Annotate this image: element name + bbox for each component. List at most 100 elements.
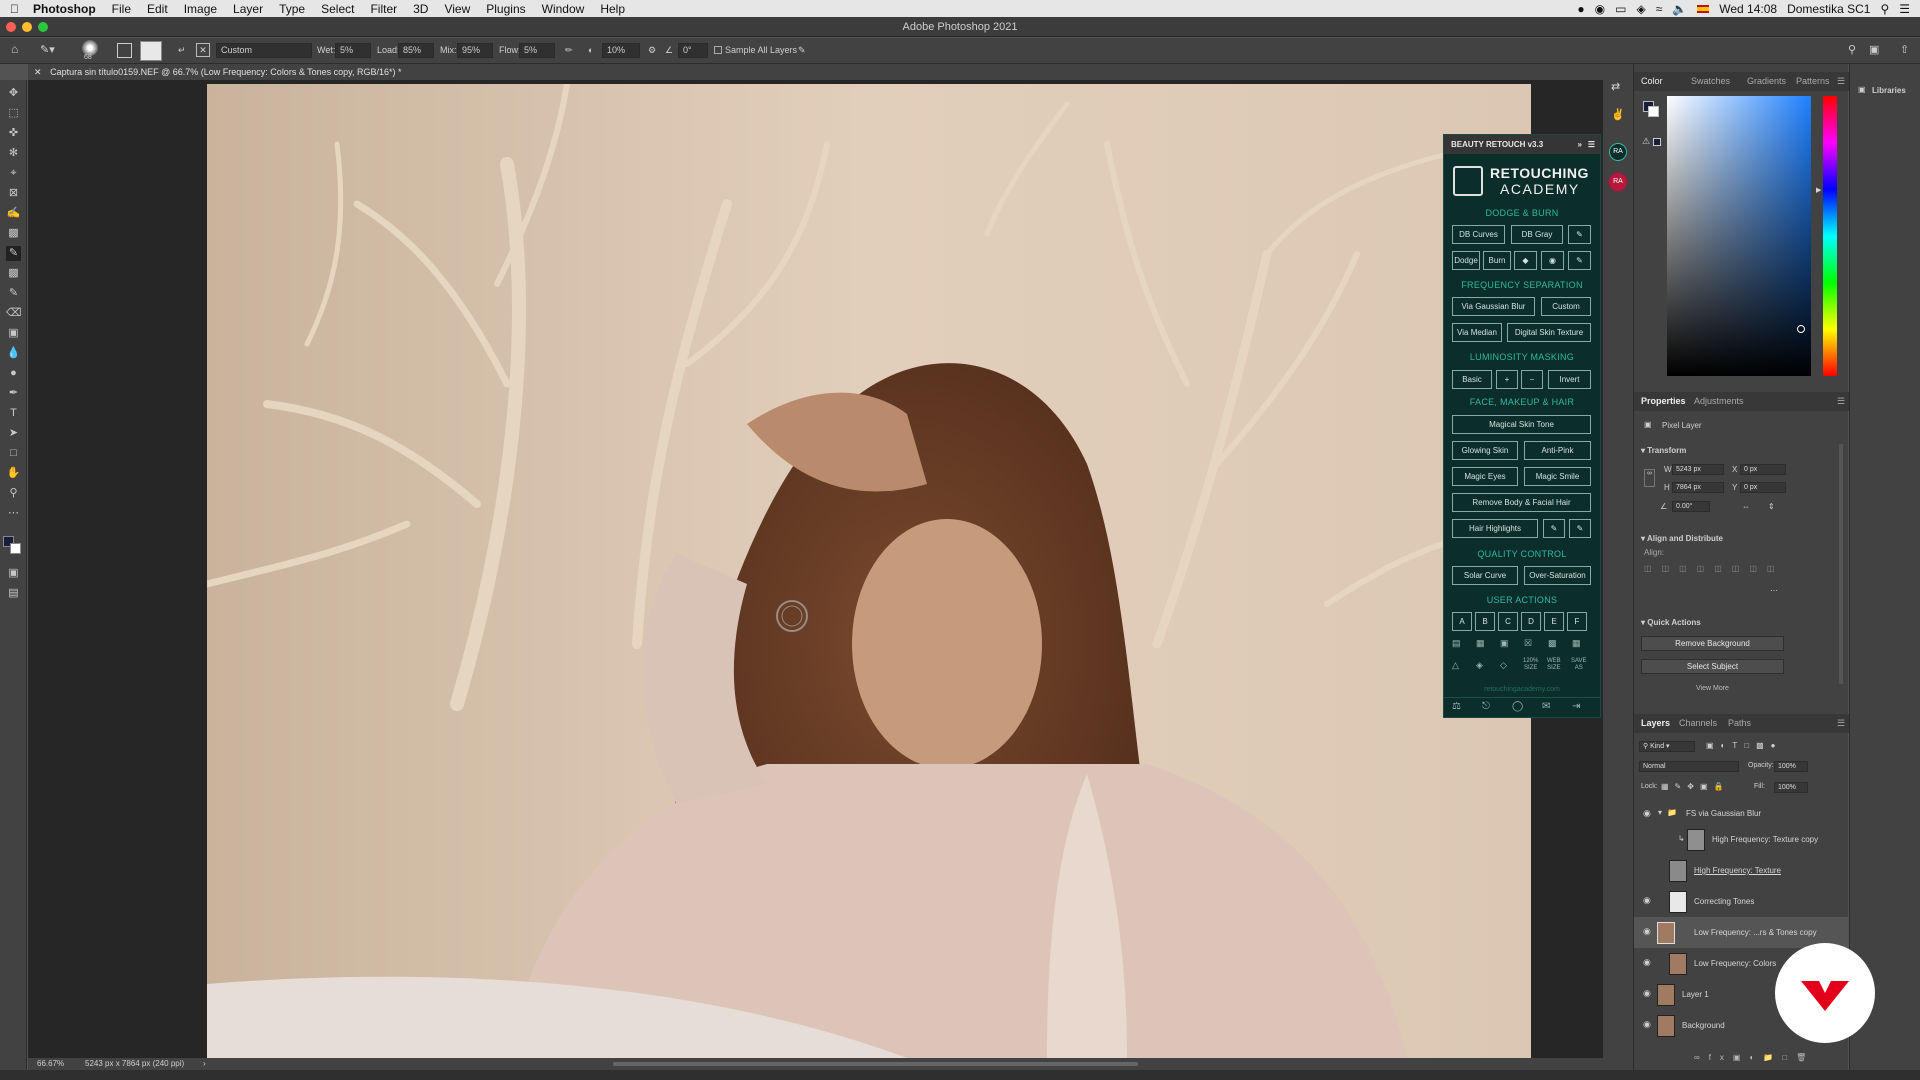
align-distribute-heading[interactable]: ▾ Align and Distribute [1641, 534, 1723, 543]
brush-settings-icon[interactable] [117, 43, 132, 58]
visibility-eye-icon[interactable]: ◉ [1643, 809, 1652, 818]
rectangle-tool-icon[interactable]: □ [6, 446, 21, 461]
pressure-icon[interactable]: ✎ [798, 45, 806, 56]
clean-brush-icon[interactable]: ✕ [196, 43, 210, 57]
control-center-icon[interactable]: ☰ [1899, 2, 1910, 16]
crop-icon[interactable]: ☒ [1524, 638, 1532, 649]
tab-color[interactable]: Color [1641, 76, 1663, 86]
tab-paths[interactable]: Paths [1728, 718, 1751, 728]
document-tab[interactable]: ✕ Captura sin título0159.NEF @ 66.7% (Lo… [28, 64, 1632, 80]
more-tools-icon[interactable]: ⋯ [6, 506, 21, 521]
web-safe-swatch[interactable] [1653, 138, 1661, 146]
mix-field[interactable]: 95% [457, 43, 493, 58]
select-subject-button[interactable]: Select Subject [1641, 659, 1784, 674]
retouching-academy-icon[interactable]: RA [1609, 143, 1627, 161]
burn-button[interactable]: Burn [1483, 251, 1511, 270]
screen-mode-icon[interactable]: ▤ [6, 586, 21, 601]
magical-skin-tone-button[interactable]: Magical Skin Tone [1452, 415, 1591, 434]
home-icon[interactable]: ⌂ [11, 42, 18, 56]
creative-cloud-icon[interactable]: ◉ [1595, 2, 1605, 16]
user-action-e-button[interactable]: E [1544, 612, 1564, 631]
lum-plus-button[interactable]: + [1496, 370, 1518, 389]
solar-curve-button[interactable]: Solar Curve [1452, 566, 1518, 585]
angle-field[interactable]: 0.00° [1672, 501, 1710, 512]
share-icon[interactable]: ⇧ [1900, 43, 1909, 56]
db-brush-icon[interactable]: ✎ [1568, 225, 1591, 244]
user-name[interactable]: Domestika SC1 [1787, 2, 1870, 16]
user-action-b-button[interactable]: B [1475, 612, 1495, 631]
blend-mode-dropdown[interactable]: Normal [1639, 761, 1739, 772]
magic-eyes-button[interactable]: Magic Eyes [1452, 467, 1518, 486]
zoom-tool-icon[interactable]: ⚲ [6, 486, 21, 501]
layers-stack-icon[interactable]: ◈ [1476, 660, 1483, 671]
frame-tool-icon[interactable]: ⊠ [6, 186, 21, 201]
brush-tool-icon[interactable]: ✎ [6, 246, 21, 261]
load-brush-icon[interactable]: ↵ [178, 45, 186, 56]
visibility-eye-icon[interactable]: ◉ [1643, 958, 1652, 967]
wifi-icon[interactable]: ≈ [1656, 2, 1663, 16]
color-picker-marker[interactable] [1797, 325, 1805, 333]
display-icon[interactable]: ▭ [1615, 2, 1626, 16]
record-icon[interactable]: ● [1577, 2, 1584, 16]
db-brush-2-icon[interactable]: ✎ [1568, 251, 1591, 270]
over-saturation-button[interactable]: Over-Saturation [1524, 566, 1591, 585]
via-gaussian-blur-button[interactable]: Via Gaussian Blur [1452, 297, 1535, 316]
lock-icons[interactable]: ▦✎✥▣🔒 [1661, 782, 1729, 791]
dodge-tool-icon[interactable]: ● [6, 366, 21, 381]
menu-edit[interactable]: Edit [139, 2, 176, 16]
height-field[interactable]: 7864 px [1672, 482, 1724, 493]
beauty-retouch-header[interactable]: BEAUTY RETOUCH v3.3 » ☰ [1444, 135, 1600, 154]
resize-icon[interactable]: ▩ [1548, 638, 1557, 649]
layer-row[interactable]: High Frequency: Texture [1634, 855, 1849, 886]
apple-icon[interactable]:  [0, 2, 27, 16]
tab-channels[interactable]: Channels [1679, 718, 1717, 728]
panel-menu-icon[interactable]: ☰ [1837, 396, 1845, 407]
lasso-tool-icon[interactable]: ✜ [6, 126, 21, 141]
tab-layers[interactable]: Layers [1641, 718, 1670, 728]
lum-minus-button[interactable]: − [1521, 370, 1543, 389]
workspace-icon[interactable]: ▣ [1869, 43, 1879, 56]
layers-footer-icons[interactable]: ∞fx▣◐📁□🗑 [1694, 1053, 1815, 1062]
eraser-tool-icon[interactable]: ⌫ [6, 306, 22, 321]
minimize-window-button[interactable] [22, 22, 32, 32]
angle-field[interactable]: 0° [678, 43, 708, 58]
panel-menu-icon[interactable]: ☰ [1837, 76, 1845, 87]
quick-mask-icon[interactable]: ▣ [6, 566, 21, 581]
quick-select-tool-icon[interactable]: ✻ [6, 146, 21, 161]
path-select-icon[interactable]: ➤ [6, 426, 21, 441]
load-field[interactable]: 85% [398, 43, 434, 58]
collapse-panel-icon[interactable]: » [1578, 135, 1582, 154]
zoom-level[interactable]: 66.67% [37, 1058, 64, 1070]
fs-custom-button[interactable]: Custom [1541, 297, 1591, 316]
visibility-eye-icon[interactable]: ◉ [1643, 989, 1652, 998]
db-curves-button[interactable]: DB Curves [1452, 225, 1505, 244]
visibility-eye-icon[interactable]: ◉ [1643, 1020, 1652, 1029]
libraries-icon[interactable]: ▣ [1858, 85, 1866, 94]
website-link[interactable]: retouchingacademy.com [1444, 686, 1600, 693]
smoothing-field[interactable]: 10% [602, 43, 640, 58]
wet-field[interactable]: 5% [335, 43, 371, 58]
digital-skin-texture-button[interactable]: Digital Skin Texture [1507, 323, 1591, 342]
link-dimensions-icon[interactable]: ∞ [1644, 469, 1655, 487]
flip-vertical-icon[interactable]: ⇕ [1768, 502, 1775, 511]
user-action-f-button[interactable]: F [1567, 612, 1587, 631]
clock[interactable]: Wed 14:08 [1719, 2, 1777, 16]
stamp-tool-icon[interactable]: ▩ [6, 266, 21, 281]
flip-horizontal-icon[interactable]: ⇔ [1742, 502, 1750, 511]
width-field[interactable]: 5243 px [1672, 464, 1724, 475]
hue-slider-handle[interactable]: ▶ [1816, 186, 1821, 194]
current-load-swatch[interactable] [140, 41, 162, 61]
libraries-title[interactable]: Libraries [1872, 86, 1906, 95]
mixer-brush-icon[interactable]: ✎▾ [40, 43, 55, 56]
close-tab-icon[interactable]: ✕ [28, 67, 48, 77]
blur-tool-icon[interactable]: 💧 [6, 346, 21, 361]
visibility-eye-icon[interactable]: ◉ [1643, 927, 1652, 936]
grid-icon[interactable]: ▦ [1476, 638, 1485, 649]
layer-filter-icons[interactable]: ▣◐T□▩● [1706, 741, 1783, 750]
color-bg-swatch[interactable] [1648, 106, 1659, 117]
transform-heading[interactable]: ▾ Transform [1641, 446, 1686, 455]
horizontal-scrollbar[interactable] [613, 1062, 1138, 1066]
crop-tool-icon[interactable]: ⌖ [6, 166, 21, 181]
menu-image[interactable]: Image [176, 2, 225, 16]
remove-background-button[interactable]: Remove Background [1641, 636, 1784, 651]
